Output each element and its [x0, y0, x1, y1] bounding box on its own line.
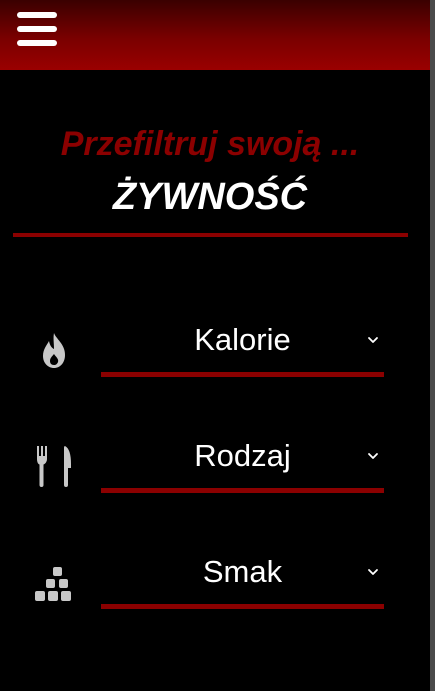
- taste-select[interactable]: Smak: [101, 553, 384, 609]
- heading-divider: [13, 233, 408, 237]
- chevron-down-icon: [368, 453, 378, 459]
- menu-bar-line: [17, 40, 57, 46]
- scrollbar[interactable]: [430, 0, 435, 691]
- select-underline: [101, 488, 384, 493]
- page-subtitle: Przefiltruj swoją ...: [60, 125, 360, 163]
- page-title: ŻYWNOŚĆ: [112, 176, 308, 218]
- type-select-label: Rodzaj: [194, 438, 291, 473]
- fire-icon: [32, 329, 76, 373]
- top-bar: [0, 0, 430, 70]
- select-underline: [101, 372, 384, 377]
- menu-bar-line: [17, 12, 57, 18]
- calories-select-label: Kalorie: [194, 322, 291, 357]
- utensils-icon: [32, 444, 76, 488]
- hamburger-menu-button[interactable]: [17, 12, 57, 48]
- calories-select[interactable]: Kalorie: [101, 321, 384, 377]
- menu-bar-line: [17, 26, 57, 32]
- sugar-cubes-icon: [32, 562, 76, 606]
- select-underline: [101, 604, 384, 609]
- taste-select-label: Smak: [202, 554, 283, 589]
- chevron-down-icon: [368, 569, 378, 575]
- scrollbar-thumb[interactable]: [430, 0, 435, 691]
- chevron-down-icon: [368, 337, 378, 343]
- type-select[interactable]: Rodzaj: [101, 437, 384, 493]
